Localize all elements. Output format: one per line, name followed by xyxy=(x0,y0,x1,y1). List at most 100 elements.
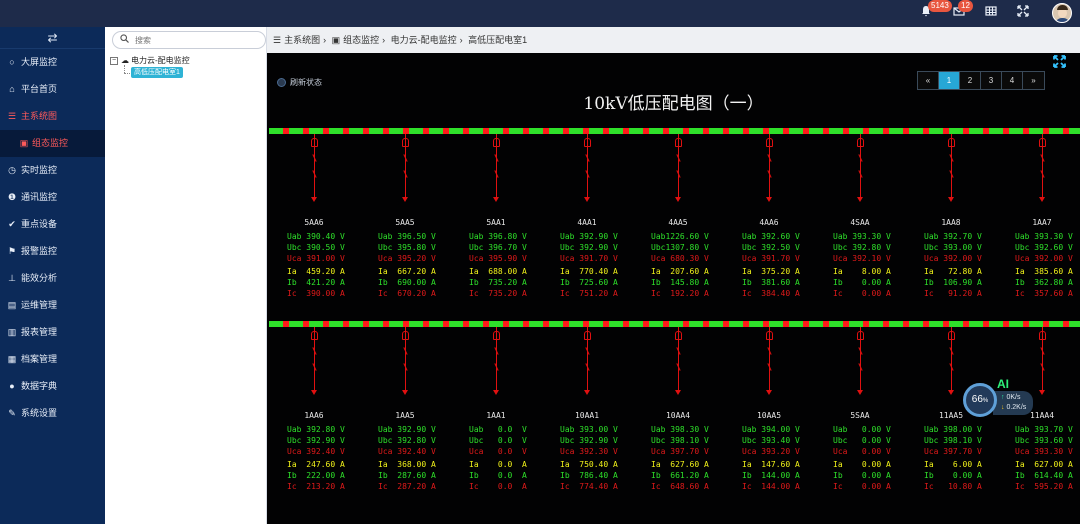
sidebar-item-energy[interactable]: ⊥ 能效分析 xyxy=(0,265,105,292)
sidebar-item-realtime[interactable]: ◷ 实时监控 xyxy=(0,157,105,184)
sidebar-item-settings[interactable]: ✎ 系统设置 xyxy=(0,400,105,427)
feeder-top[interactable]: 4AA6 Uab 392.60 V Ubc 392.50 V Uca 391.70 V… xyxy=(724,134,814,324)
search-box[interactable] xyxy=(112,31,266,49)
sidebar-item-dictionary[interactable]: ● 数据字典 xyxy=(0,373,105,400)
sidebar-item-label: 大屏监控 xyxy=(21,57,58,67)
feeder-bottom[interactable]: 5SAA Uab 0.00 V Ubc 0.00 V Uca 0.00 V Ia 0.0… xyxy=(815,327,905,517)
feeder-ic: Ic 648.60 A xyxy=(651,482,709,491)
feeder-top[interactable]: 1AA8 Uab 392.70 V Ubc 393.00 V Uca 392.00 V… xyxy=(906,134,996,324)
feeder-name: 1AA7 xyxy=(1032,218,1052,227)
feeder-ia: Ia 627.00 A xyxy=(1015,460,1073,469)
feeder-uab: Uab 392.70 V xyxy=(924,232,982,241)
breadcrumb-item[interactable]: 组态监控 xyxy=(343,35,379,45)
refresh-status[interactable]: 刷新状态 xyxy=(277,77,322,88)
feeder-bottom[interactable]: 1AA1 Uab 0.0 V Ubc 0.0 V Uca 0.0 V Ia 0.0 A I… xyxy=(451,327,541,517)
tree-root-node[interactable]: − ☁ 电力云-配电监控 xyxy=(110,55,190,66)
feeder-bottom[interactable]: 10AA1 Uab 393.00 V Ubc 392.90 V Uca 392.30 … xyxy=(542,327,632,517)
load-arrow-icon xyxy=(766,197,772,202)
feeder-ic: Ic 670.20 A xyxy=(378,289,436,298)
breadcrumb-item: 高低压配电室1 xyxy=(468,35,528,45)
pager-page-3[interactable]: 3 xyxy=(981,72,1002,89)
pager-page-1[interactable]: 1 xyxy=(939,72,960,89)
sidebar-item-reports[interactable]: ▥ 报表管理 xyxy=(0,319,105,346)
home-icon: ⌂ xyxy=(9,84,15,94)
feeder-top[interactable]: 5AA6 Uab 390.40 V Ubc 390.50 V Uca 391.00 V… xyxy=(269,134,359,324)
feeder-uab: Uab 394.00 V xyxy=(742,425,800,434)
feeder-uca: Uca 392.40 V xyxy=(287,447,345,456)
feeder-ic: Ic 595.20 A xyxy=(1015,482,1073,491)
switch-icon xyxy=(1037,154,1048,162)
fullscreen-icon[interactable] xyxy=(1053,55,1066,71)
expand-icon[interactable] xyxy=(1015,5,1031,21)
feeder-top[interactable]: 5AA5 Uab 396.50 V Ubc 395.80 V Uca 395.20 V… xyxy=(360,134,450,324)
breaker-icon xyxy=(1039,331,1046,340)
collapse-icon[interactable]: − xyxy=(110,56,118,65)
switch-icon xyxy=(855,154,866,162)
feeder-uab: Uab 398.30 V xyxy=(651,425,709,434)
grid-icon[interactable] xyxy=(983,5,999,21)
pager-page-2[interactable]: 2 xyxy=(960,72,981,89)
sidebar-item-label: 系统设置 xyxy=(21,408,58,418)
feeder-bottom[interactable]: 10AA4 Uab 398.30 V Ubc 398.10 V Uca 397.70 … xyxy=(633,327,723,517)
diagram-canvas: 刷新状态 « 1 2 3 4 » 10kV低压配电图（一） 5AA6 Uab 39… xyxy=(267,53,1080,524)
ai-assistant-widget[interactable]: AI ↑ 0K/s ↓ 0.2K/s 66% xyxy=(963,377,1063,419)
feeder-uca: Uca 392.40 V xyxy=(378,447,436,456)
feeder-ia: Ia 385.60 A xyxy=(1015,267,1073,276)
sidebar-item-comm[interactable]: ❶ 通讯监控 xyxy=(0,184,105,211)
feeder-uca: Uca 680.30 V xyxy=(651,254,709,263)
feeder-bottom[interactable]: 11AA4 Uab 393.70 V Ubc 393.60 V Uca 393.30 … xyxy=(997,327,1080,517)
feeder-ubc: Ubc 393.40 V xyxy=(742,436,800,445)
feeder-bottom[interactable]: 11AA5 Uab 398.00 V Ubc 398.10 V Uca 397.70 … xyxy=(906,327,996,517)
feeder-top[interactable]: 1AA7 Uab 393.30 V Ubc 392.60 V Uca 392.00 V… xyxy=(997,134,1080,324)
sidebar-item-main-diagram[interactable]: ☰ 主系统图 xyxy=(0,103,105,130)
sidebar-toggle-icon[interactable]: ⇄ xyxy=(0,27,105,49)
feeder-uab: Uab 392.60 V xyxy=(742,232,800,241)
feeder-ib: Ib 786.40 A xyxy=(560,471,618,480)
load-arrow-icon xyxy=(311,197,317,202)
feeder-ib: Ib 287.60 A xyxy=(378,471,436,480)
sidebar-subitem-config-monitor[interactable]: ▣ 组态监控 xyxy=(0,130,105,157)
feeder-ia: Ia 750.40 A xyxy=(560,460,618,469)
feeder-ubc: Ubc 0.00 V xyxy=(833,436,891,445)
sidebar-item-label: 能效分析 xyxy=(21,273,58,283)
feeder-uca: Uca 392.00 V xyxy=(924,254,982,263)
switch-icon xyxy=(855,363,866,371)
feeder-top[interactable]: 4SAA Uab 393.30 V Ubc 392.80 V Uca 392.10 V… xyxy=(815,134,905,324)
pager-page-4[interactable]: 4 xyxy=(1002,72,1023,89)
feeder-ia: Ia 147.60 A xyxy=(742,460,800,469)
breaker-icon xyxy=(675,331,682,340)
feeder-name: 10AA4 xyxy=(665,411,691,420)
feeder-top[interactable]: 5AA1 Uab 396.80 V Ubc 396.70 V Uca 395.90 V… xyxy=(451,134,541,324)
page-title: 10kV低压配电图（一） xyxy=(583,94,764,114)
message-badge: 12 xyxy=(958,0,973,12)
search-input[interactable] xyxy=(135,34,255,46)
sidebar-item-home[interactable]: ⌂ 平台首页 xyxy=(0,76,105,103)
switch-icon xyxy=(946,347,957,355)
feeder-uab: Uab 392.90 V xyxy=(378,425,436,434)
feeder-ic: Ic 751.20 A xyxy=(560,289,618,298)
sidebar-item-ops[interactable]: ▤ 运维管理 xyxy=(0,292,105,319)
feeder-top[interactable]: 4AA1 Uab 392.90 V Ubc 392.90 V Uca 391.70 V… xyxy=(542,134,632,324)
feeder-bottom[interactable]: 1AA5 Uab 392.90 V Ubc 392.80 V Uca 392.40 V… xyxy=(360,327,450,517)
feeder-name: 4SAA xyxy=(850,218,870,227)
breadcrumb-item[interactable]: 主系统图 xyxy=(284,35,320,45)
feeder-uab: Uab 398.00 V xyxy=(924,425,982,434)
sidebar-item-alarm[interactable]: ⚑ 报警监控 xyxy=(0,238,105,265)
pager-prev[interactable]: « xyxy=(918,72,939,89)
feeder-ia: Ia 627.60 A xyxy=(651,460,709,469)
avatar[interactable] xyxy=(1052,3,1072,23)
sidebar-item-big-screen[interactable]: ○ 大屏监控 xyxy=(0,49,105,76)
tree-selected-node[interactable]: 高低压配电室1 xyxy=(131,67,183,78)
ai-percent-gauge[interactable]: 66% xyxy=(963,383,997,417)
feeder-bottom[interactable]: 1AA6 Uab 392.80 V Ubc 392.90 V Uca 392.40 V… xyxy=(269,327,359,517)
sidebar-item-archives[interactable]: ▦ 档案管理 xyxy=(0,346,105,373)
feeder-ic: Ic 390.00 A xyxy=(287,289,345,298)
feeder-ubc: Ubc 395.80 V xyxy=(378,243,436,252)
breadcrumb-item[interactable]: 电力云-配电监控 xyxy=(391,35,457,45)
pager-next[interactable]: » xyxy=(1023,72,1044,89)
feeder-top[interactable]: 4AA5 Uab1226.60 V Ubc1307.80 V Uca 680.30 V… xyxy=(633,134,723,324)
sidebar-item-key-devices[interactable]: ✔ 重点设备 xyxy=(0,211,105,238)
feeder-bottom[interactable]: 10AA5 Uab 394.00 V Ubc 393.40 V Uca 393.20 … xyxy=(724,327,814,517)
feeder-ib: Ib 0.0 A xyxy=(469,471,527,480)
load-arrow-icon xyxy=(311,390,317,395)
